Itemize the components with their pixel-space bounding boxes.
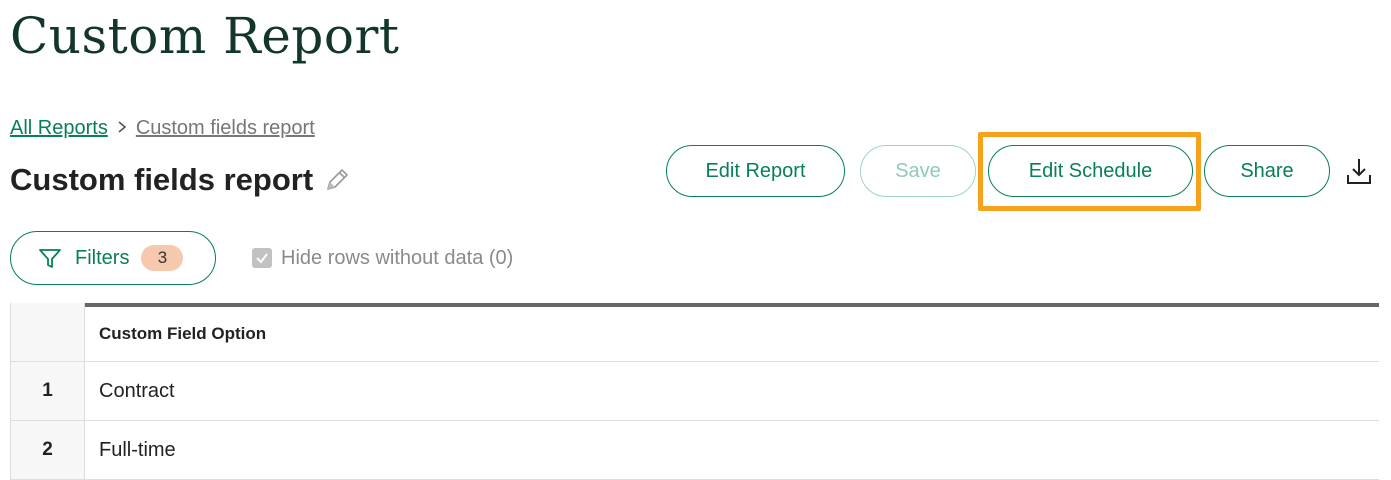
report-table: Custom Field Option 1 Contract 2 Full-ti…	[10, 303, 1379, 480]
page-title: Custom Report	[10, 7, 400, 65]
index-column-header	[11, 303, 85, 361]
download-icon[interactable]	[1344, 156, 1374, 186]
column-header-custom-field-option[interactable]: Custom Field Option	[85, 303, 1379, 361]
hide-rows-label: Hide rows without data (0)	[281, 246, 514, 269]
table-row: 1 Contract	[11, 362, 1379, 421]
edit-report-button[interactable]: Edit Report	[666, 145, 845, 197]
row-index: 2	[11, 421, 85, 479]
row-index: 1	[11, 362, 85, 420]
filter-count-badge: 3	[141, 245, 184, 271]
breadcrumb: All Reports Custom fields report	[10, 114, 315, 142]
filters-button[interactable]: Filters 3	[10, 231, 216, 285]
breadcrumb-all-reports-link[interactable]: All Reports	[10, 117, 108, 140]
hide-rows-checkbox[interactable]	[252, 248, 272, 268]
chevron-right-icon	[108, 118, 136, 139]
hide-rows-toggle[interactable]: Hide rows without data (0)	[252, 245, 513, 271]
table-cell: Full-time	[99, 438, 176, 461]
save-button[interactable]: Save	[860, 145, 976, 197]
table-cell: Contract	[99, 379, 175, 402]
funnel-icon	[37, 245, 63, 271]
table-row: 2 Full-time	[11, 421, 1379, 480]
report-title-row: Custom fields report	[10, 158, 351, 202]
share-button[interactable]: Share	[1204, 145, 1330, 197]
filters-label: Filters	[75, 246, 130, 269]
pencil-icon[interactable]	[323, 166, 351, 194]
report-title: Custom fields report	[10, 162, 314, 197]
breadcrumb-current[interactable]: Custom fields report	[136, 117, 315, 140]
edit-schedule-highlight	[978, 132, 1201, 211]
table-header: Custom Field Option	[11, 303, 1379, 362]
